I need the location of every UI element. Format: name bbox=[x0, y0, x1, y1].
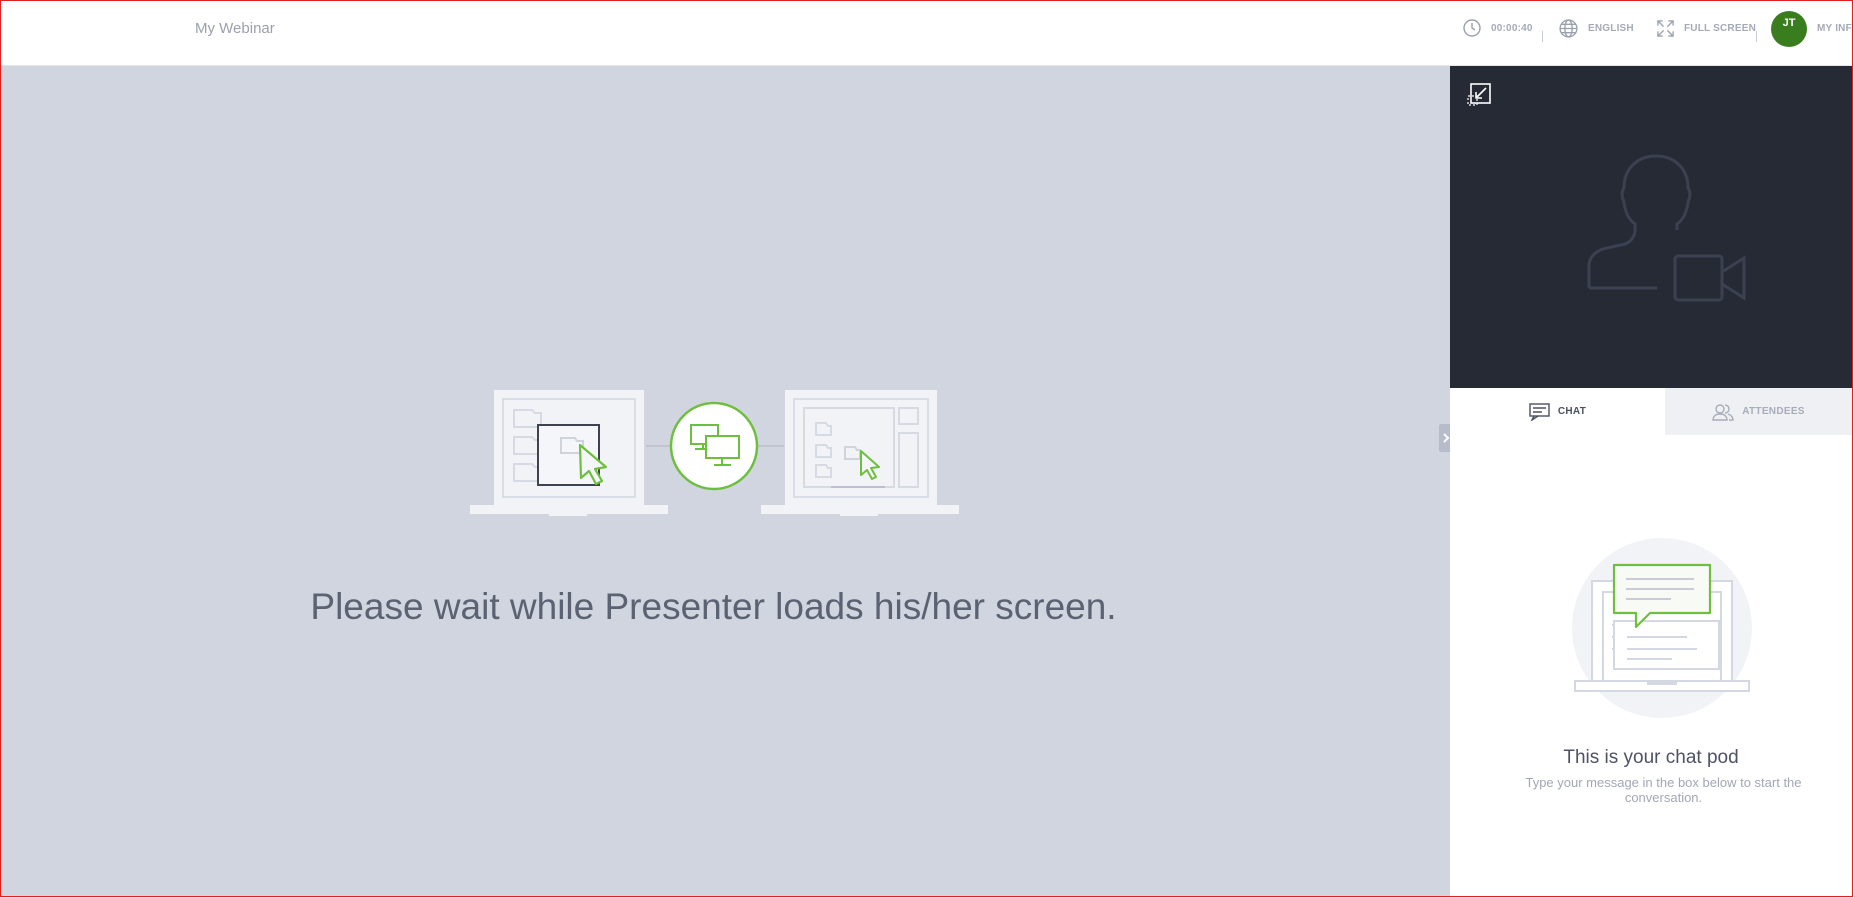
tab-attendees-label: ATTENDEES bbox=[1742, 406, 1805, 417]
fullscreen-button[interactable]: FULL SCREEN bbox=[1656, 17, 1756, 39]
timer: 00:00:40 bbox=[1462, 17, 1533, 39]
camera-placeholder-icon bbox=[1587, 154, 1746, 302]
video-pane bbox=[1450, 66, 1852, 388]
chat-empty-title: This is your chat pod bbox=[1563, 747, 1739, 768]
side-tabs: CHAT ATTENDEES bbox=[1450, 388, 1852, 435]
fullscreen-label: FULL SCREEN bbox=[1684, 22, 1757, 34]
my-info-label: MY INFO bbox=[1817, 22, 1853, 34]
tab-chat[interactable]: CHAT bbox=[1450, 388, 1665, 435]
clock-icon bbox=[1463, 19, 1481, 37]
top-bar: My Webinar 00:00:40 ENGLISH FULL SCREEN … bbox=[1, 1, 1853, 66]
header-divider bbox=[1542, 31, 1543, 42]
tab-chat-label: CHAT bbox=[1557, 406, 1587, 417]
chat-icon bbox=[1529, 402, 1550, 421]
language-selector[interactable]: ENGLISH bbox=[1558, 17, 1634, 39]
minimize-video-icon[interactable] bbox=[1467, 83, 1491, 107]
chevron-right-icon bbox=[1443, 433, 1450, 443]
chat-empty-illustration bbox=[1572, 538, 1752, 718]
avatar[interactable]: JT bbox=[1771, 11, 1807, 47]
header-divider bbox=[1756, 31, 1757, 42]
webinar-title: My Webinar bbox=[195, 20, 275, 37]
my-info-button[interactable]: MY INFO bbox=[1817, 17, 1853, 39]
screen-share-illustration bbox=[470, 390, 959, 516]
tab-attendees[interactable]: ATTENDEES bbox=[1665, 388, 1852, 435]
attendees-icon bbox=[1712, 403, 1734, 421]
language-label: ENGLISH bbox=[1588, 22, 1634, 34]
presentation-stage: Please wait while Presenter loads his/he… bbox=[1, 66, 1450, 896]
chat-empty-subtitle: Type your message in the box below to st… bbox=[1525, 775, 1802, 805]
globe-icon bbox=[1559, 18, 1578, 38]
loading-message: Please wait while Presenter loads his/he… bbox=[310, 586, 1117, 627]
timer-value: 00:00:40 bbox=[1491, 22, 1533, 34]
fullscreen-icon bbox=[1657, 19, 1674, 37]
chat-pod: This is your chat pod Type your message … bbox=[1450, 435, 1852, 897]
